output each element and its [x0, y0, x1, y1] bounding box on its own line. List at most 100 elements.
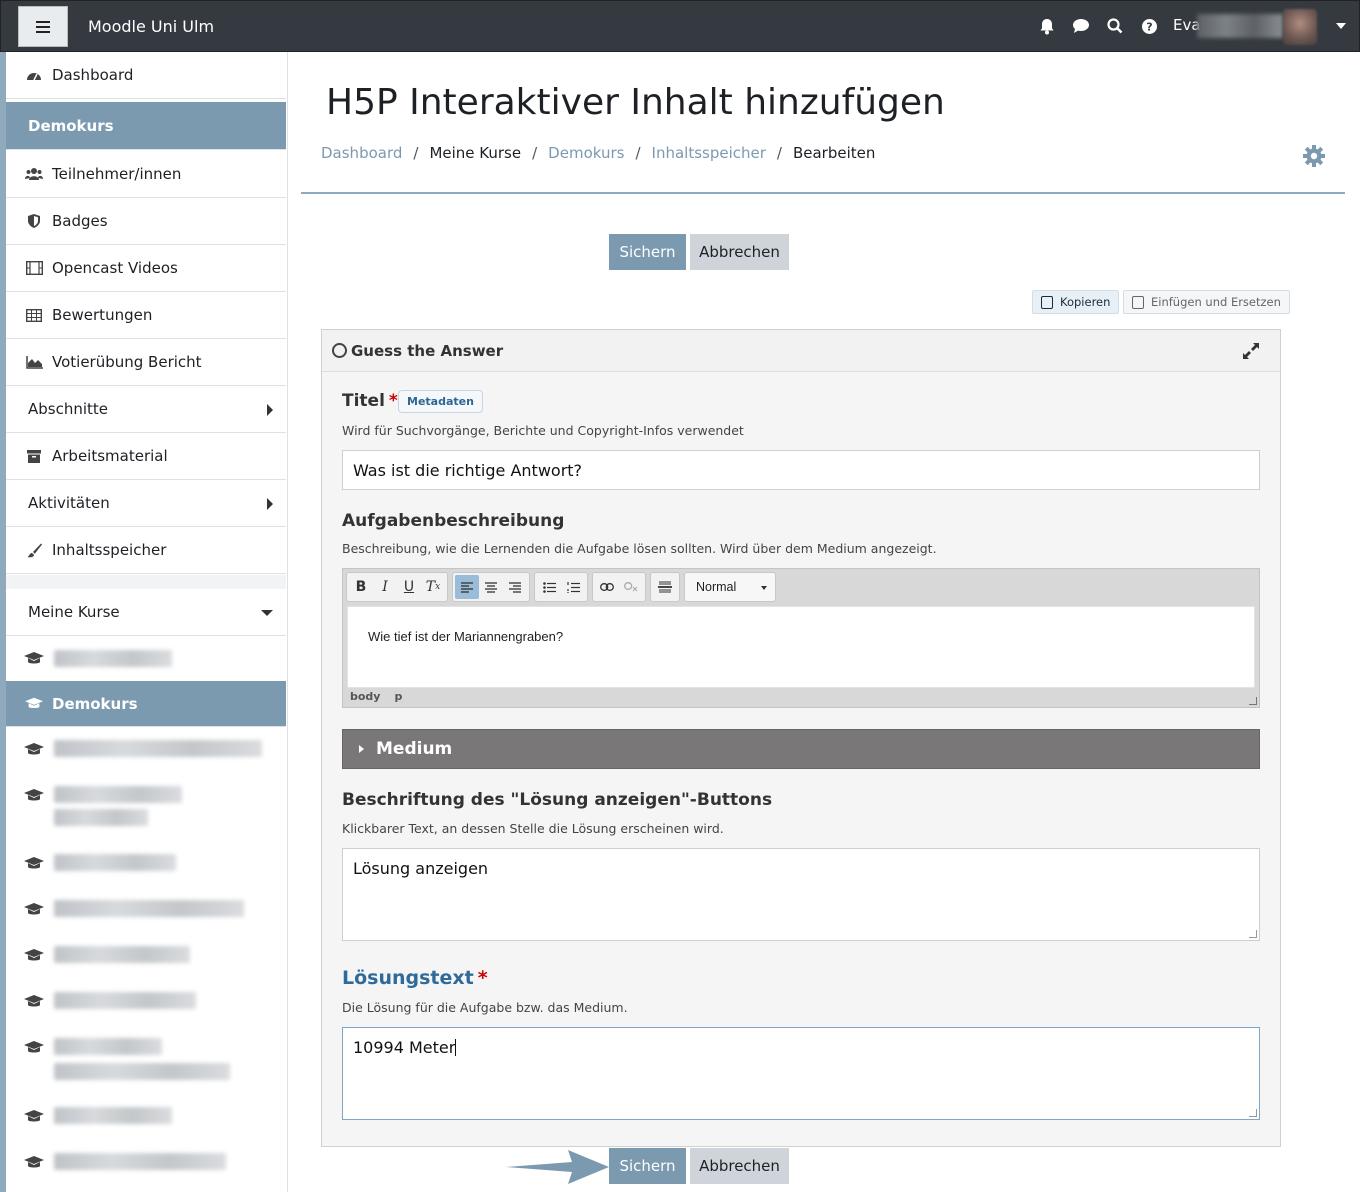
- sidebar-item-participants[interactable]: Teilnehmer/innen: [6, 151, 286, 198]
- sidebar-divider: [6, 575, 286, 589]
- sidebar-item-activities[interactable]: Aktivitäten: [6, 480, 286, 527]
- course-list-item[interactable]: [6, 649, 286, 681]
- title-field-description: Wird für Suchvorgänge, Berichte und Copy…: [342, 423, 744, 438]
- chevron-down-icon: [261, 610, 273, 616]
- chat-icon[interactable]: [1071, 15, 1091, 37]
- sidebar-item-content-bank[interactable]: Inhaltsspeicher: [6, 527, 286, 574]
- underline-button[interactable]: U: [397, 575, 421, 599]
- path-body[interactable]: body: [350, 690, 380, 703]
- button-label-value: Lösung anzeigen: [353, 859, 489, 878]
- link-button[interactable]: [595, 575, 619, 599]
- remove-format-button[interactable]: Tx: [421, 575, 445, 599]
- task-description-label: Aufgabenbeschreibung: [342, 511, 565, 531]
- course-list-item-active[interactable]: Demokurs: [6, 681, 286, 727]
- fullscreen-icon[interactable]: [1242, 342, 1260, 360]
- copy-icon: [1041, 295, 1053, 309]
- textarea-resize-handle[interactable]: [1249, 930, 1257, 938]
- align-center-button[interactable]: [479, 575, 503, 599]
- italic-button[interactable]: I: [373, 575, 397, 599]
- path-p[interactable]: p: [394, 690, 402, 703]
- save-button-top[interactable]: Sichern: [609, 234, 686, 270]
- button-label-textarea[interactable]: Lösung anzeigen: [342, 848, 1260, 941]
- medium-section-label: Medium: [376, 739, 453, 759]
- bullet-list-button[interactable]: [537, 575, 561, 599]
- medium-section-toggle[interactable]: Medium: [342, 729, 1260, 769]
- solution-field-label: Lösungstext *: [342, 967, 488, 989]
- cancel-button-bottom[interactable]: Abbrechen: [690, 1148, 789, 1184]
- sidebar-item-course[interactable]: Demokurs: [6, 102, 286, 150]
- sidebar-item-label: Meine Kurse: [28, 603, 120, 621]
- sidebar-item-sections[interactable]: Abschnitte: [6, 386, 286, 433]
- course-list-item[interactable]: [6, 946, 286, 978]
- copy-button[interactable]: Kopieren: [1032, 290, 1120, 314]
- sidebar-item-grades[interactable]: Bewertungen: [6, 292, 286, 339]
- breadcrumb-dashboard[interactable]: Dashboard: [321, 144, 402, 162]
- title-field-label: Titel *: [342, 391, 398, 411]
- bold-button[interactable]: B: [349, 575, 373, 599]
- format-select[interactable]: Normal: [684, 572, 776, 602]
- solution-textarea[interactable]: 10994 Meter: [342, 1027, 1260, 1120]
- course-list-item[interactable]: [6, 1038, 286, 1086]
- align-left-button[interactable]: [455, 575, 479, 599]
- course-list-item[interactable]: [6, 740, 286, 772]
- cancel-button-top[interactable]: Abbrechen: [690, 234, 789, 270]
- save-button-bottom[interactable]: Sichern: [609, 1148, 686, 1184]
- gear-icon[interactable]: [1302, 144, 1326, 168]
- user-menu-caret-icon[interactable]: [1336, 23, 1346, 29]
- graduation-cap-icon: [24, 789, 44, 801]
- course-list-item[interactable]: [6, 1107, 286, 1139]
- sidebar-item-label: Votierübung Bericht: [52, 353, 202, 371]
- course-list-item[interactable]: [6, 900, 286, 932]
- course-name-redacted: [54, 786, 182, 803]
- sidebar-item-badges[interactable]: Badges: [6, 198, 286, 245]
- metadata-button[interactable]: Metadaten: [398, 390, 483, 413]
- menu-toggle-button[interactable]: [18, 6, 68, 47]
- pointer-arrow-icon: [506, 1150, 609, 1184]
- course-list-item[interactable]: [6, 1153, 286, 1185]
- film-icon: [25, 260, 43, 276]
- course-name-redacted: [54, 1038, 162, 1055]
- breadcrumb-separator: /: [776, 144, 782, 162]
- users-icon: [25, 166, 43, 182]
- graduation-cap-icon: [24, 949, 44, 961]
- sidebar-item-dashboard[interactable]: Dashboard: [6, 52, 286, 99]
- site-brand[interactable]: Moodle Uni Ulm: [88, 17, 214, 36]
- sidebar-item-opencast[interactable]: Opencast Videos: [6, 245, 286, 292]
- sidebar-item-label: Opencast Videos: [52, 259, 178, 277]
- paste-replace-button[interactable]: Einfügen und Ersetzen: [1123, 290, 1290, 314]
- breadcrumb-course[interactable]: Demokurs: [548, 144, 624, 162]
- help-icon[interactable]: ?: [1139, 15, 1159, 37]
- caret-right-icon: [359, 745, 364, 753]
- course-list-item[interactable]: [6, 854, 286, 886]
- sidebar-item-my-courses[interactable]: Meine Kurse: [6, 589, 286, 636]
- unlink-button[interactable]: [619, 575, 643, 599]
- required-marker: *: [477, 967, 488, 989]
- sidebar-item-label: Abschnitte: [28, 400, 109, 418]
- area-chart-icon: [25, 354, 43, 370]
- sidebar-item-materials[interactable]: Arbeitsmaterial: [6, 433, 286, 480]
- title-input[interactable]: Was ist die richtige Antwort?: [342, 450, 1260, 490]
- rich-text-editor: B I U Tx Normal Wie tief ist der Mariann…: [342, 568, 1260, 708]
- sidebar-item-report[interactable]: Votierübung Bericht: [6, 339, 286, 386]
- avatar[interactable]: [1283, 9, 1317, 45]
- solution-value: 10994 Meter: [353, 1038, 456, 1057]
- graduation-cap-icon: [24, 1110, 44, 1122]
- paste-icon: [1132, 295, 1144, 309]
- content-type-icon: [332, 343, 347, 358]
- sidebar-item-label: Teilnehmer/innen: [52, 165, 182, 183]
- editor-content-area[interactable]: Wie tief ist der Mariannengraben?: [347, 606, 1255, 688]
- search-icon[interactable]: [1105, 15, 1125, 37]
- numbered-list-button[interactable]: [561, 575, 585, 599]
- horizontal-rule-button[interactable]: [653, 575, 677, 599]
- course-name-redacted: [54, 1153, 226, 1170]
- course-name-redacted: [54, 854, 176, 871]
- course-list-item[interactable]: [6, 786, 286, 832]
- breadcrumb-content-bank[interactable]: Inhaltsspeicher: [652, 144, 766, 162]
- bell-icon[interactable]: [1037, 15, 1057, 37]
- paste-replace-label: Einfügen und Ersetzen: [1151, 295, 1281, 309]
- solution-field-description: Die Lösung für die Aufgabe bzw. das Medi…: [342, 1000, 628, 1015]
- align-right-button[interactable]: [503, 575, 527, 599]
- editor-resize-handle[interactable]: [1249, 697, 1257, 705]
- textarea-resize-handle[interactable]: [1249, 1109, 1257, 1117]
- course-list-item[interactable]: [6, 992, 286, 1024]
